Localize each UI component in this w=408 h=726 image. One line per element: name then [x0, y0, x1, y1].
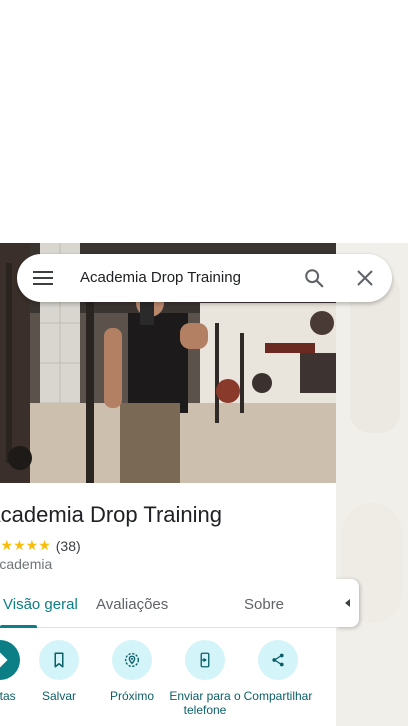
tab-about[interactable]: Sobre	[244, 596, 284, 613]
search-icon[interactable]	[303, 267, 325, 289]
send-to-phone-button[interactable]: Enviar para o telefone	[165, 640, 245, 717]
tab-reviews[interactable]: Avaliações	[96, 596, 168, 613]
tab-overview-label: Visão geral	[3, 596, 78, 613]
nearby-label: Próximo	[109, 689, 154, 703]
bookmark-icon	[39, 640, 79, 680]
nearby-icon	[112, 640, 152, 680]
chevron-left-icon	[344, 599, 350, 607]
save-label: Salvar	[41, 689, 76, 703]
send-to-phone-label: Enviar para o telefone	[169, 689, 241, 717]
maps-page: Academia Drop Training ★★★★★ (38) Academ…	[0, 0, 408, 726]
directions-icon	[0, 640, 20, 680]
active-tab-indicator	[0, 625, 37, 628]
share-label: Compartilhar	[243, 689, 313, 703]
send-to-phone-icon	[185, 640, 225, 680]
search-input[interactable]: Academia Drop Training	[80, 269, 241, 286]
place-panel: Academia Drop Training ★★★★★ (38) Academ…	[0, 243, 336, 726]
save-button[interactable]: Salvar	[19, 640, 99, 703]
rating-count[interactable]: (38)	[56, 538, 81, 554]
search-box: Academia Drop Training	[17, 254, 392, 302]
place-category[interactable]: Academia	[0, 556, 52, 572]
action-buttons: Rotas Salvar Próximo	[0, 640, 336, 726]
nearby-button[interactable]: Próximo	[92, 640, 172, 703]
share-button[interactable]: Compartilhar	[238, 640, 318, 703]
share-icon	[258, 640, 298, 680]
rating-stars: ★★★★★	[0, 537, 51, 553]
collapse-panel-button[interactable]	[336, 579, 359, 627]
rating-row[interactable]: ★★★★★ (38)	[0, 537, 81, 554]
map-canvas[interactable]	[336, 243, 408, 726]
close-icon[interactable]	[356, 269, 374, 287]
place-tabs: Visão geral Avaliações Sobre	[0, 583, 336, 628]
menu-icon[interactable]	[32, 268, 54, 288]
place-title: Academia Drop Training	[0, 502, 223, 527]
tab-overview[interactable]: Visão geral	[3, 596, 78, 613]
